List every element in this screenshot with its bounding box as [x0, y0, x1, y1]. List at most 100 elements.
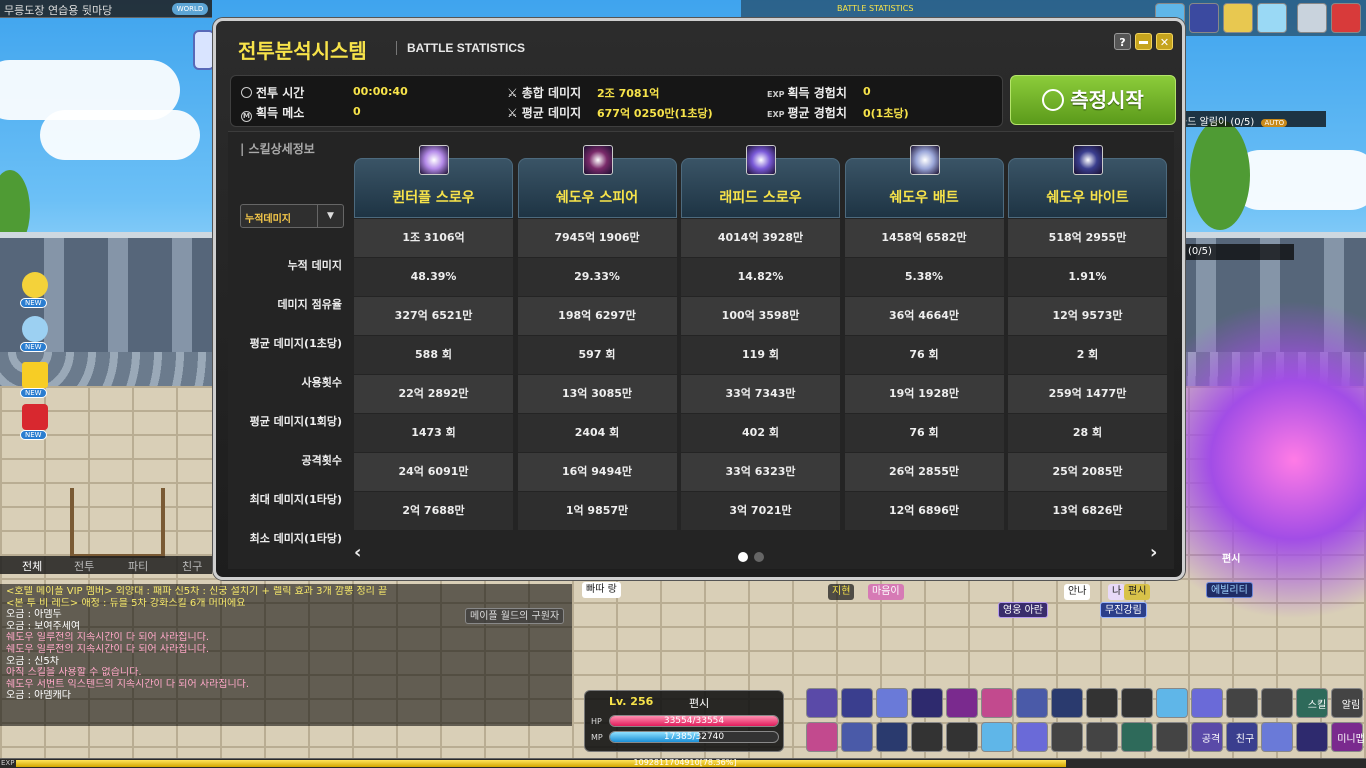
top-bar-label: BATTLE STATISTICS	[837, 4, 914, 13]
chat-tab-party[interactable]: 파티	[128, 558, 148, 574]
quickslot[interactable]	[841, 688, 873, 718]
page-dot[interactable]	[738, 552, 748, 562]
hotkey-label[interactable]: 친구	[1230, 730, 1260, 745]
character-icon[interactable]	[1297, 3, 1327, 33]
hotkey-label[interactable]: 미니맵	[1336, 730, 1366, 745]
battle-statistics-window: 전투분석시스템 BATTLE STATISTICS ? ✕ 전투 시간 00:0…	[213, 18, 1185, 580]
prev-page-button[interactable]: ‹	[354, 544, 368, 562]
dialog-title: 전투분석시스템	[238, 39, 367, 63]
quickslot[interactable]	[1261, 722, 1293, 752]
stat-cell: 7945억 1906만	[517, 219, 677, 257]
quickslot[interactable]	[806, 688, 838, 718]
meso-label: M 획득 메소	[241, 104, 304, 122]
auto-badge[interactable]: AUTO	[1261, 119, 1288, 127]
avg-damage-label: ⚔ 평균 데미지	[507, 106, 582, 120]
quickslot[interactable]	[946, 688, 978, 718]
quickslot[interactable]	[876, 688, 908, 718]
mp-label: MP	[591, 733, 603, 742]
quickslot[interactable]	[946, 722, 978, 752]
character-name-label: 편시	[689, 697, 710, 710]
new-badge: NEW	[20, 342, 47, 352]
stat-cell: 2 회	[1008, 336, 1167, 374]
name-tag: 마음이	[868, 584, 904, 600]
quickslot[interactable]	[876, 722, 908, 752]
quest-notifier[interactable]: ㅡ드 알림이 (0/5) AUTO	[1174, 111, 1326, 128]
hotkey-label[interactable]: 알림	[1336, 696, 1366, 711]
clock-icon	[241, 87, 252, 98]
stat-cell: 3억 7021만	[681, 492, 840, 530]
chat-tab-friend[interactable]: 친구	[182, 558, 202, 574]
quickslot[interactable]	[911, 688, 943, 718]
minimap-edge[interactable]	[193, 30, 215, 70]
sort-dropdown-value: 누적데미지	[245, 214, 291, 225]
event-icon[interactable]	[1331, 3, 1361, 33]
skill-header: 쉐도우 스피어	[517, 145, 677, 218]
chat-tab-battle[interactable]: 전투	[74, 558, 94, 574]
map-name-bar: 무릉도장 연습용 뒷마당 WORLD	[0, 0, 212, 18]
meso-icon: M	[241, 111, 252, 122]
quickslot[interactable]	[1156, 688, 1188, 718]
help-button[interactable]: ?	[1114, 33, 1131, 50]
world-button[interactable]: WORLD	[172, 3, 208, 15]
lightbulb-icon[interactable]	[22, 272, 48, 298]
quickslot[interactable]	[1121, 688, 1153, 718]
power-icon	[1042, 89, 1065, 111]
quest-notifier-2[interactable]: (0/5)	[1184, 244, 1294, 260]
chat-line: 오금 : 아뎀캐다	[6, 690, 71, 702]
chat-tab-all[interactable]: 전체	[22, 558, 42, 574]
quickslot[interactable]	[806, 722, 838, 752]
quickslot[interactable]	[1296, 722, 1328, 752]
stat-cell: 1.91%	[1008, 258, 1167, 296]
quickslot[interactable]	[1156, 722, 1188, 752]
chat-tabs: 전체 전투 파티 친구	[0, 556, 212, 574]
hotkey-label[interactable]: 공격	[1196, 730, 1226, 745]
stat-cell: 24억 6091만	[354, 453, 513, 491]
quickslot[interactable]	[1051, 688, 1083, 718]
quickslot[interactable]	[1261, 688, 1293, 718]
lightbulb-icon[interactable]	[22, 316, 48, 342]
title-tag: 무진강림	[1100, 602, 1147, 618]
quickslot[interactable]	[841, 722, 873, 752]
quest-notifier-text: ㅡ드 알림이 (0/5)	[1178, 117, 1255, 128]
stat-cell: 28 회	[1008, 414, 1167, 452]
stat-cell: 2404 회	[517, 414, 677, 452]
quickslot[interactable]	[1016, 722, 1048, 752]
skill-column: 쉐도우 배트 1458억 6582만 5.38% 36억 4664만 76 회 19억 1…	[844, 145, 1004, 534]
quickslot[interactable]	[911, 722, 943, 752]
start-measurement-button[interactable]: 측정시작	[1010, 75, 1176, 125]
gift-box-icon[interactable]	[22, 404, 48, 430]
quest-notifier-text: (0/5)	[1188, 246, 1212, 257]
quickslot[interactable]	[1191, 688, 1223, 718]
row-label: 사용횟수	[301, 376, 342, 389]
stat-cell: 76 회	[844, 336, 1004, 374]
stat-cell: 13억 6826만	[1008, 492, 1167, 530]
quickslot[interactable]	[1086, 722, 1118, 752]
quickslot[interactable]	[1051, 722, 1083, 752]
next-page-button[interactable]: ›	[1150, 544, 1164, 562]
skill-header: 쉐도우 바이트	[1008, 145, 1167, 218]
title-tag: 에빌리티	[1206, 582, 1253, 598]
hotkey-label[interactable]: 스킬	[1302, 696, 1332, 711]
close-button[interactable]: ✕	[1156, 33, 1173, 50]
total-damage-value: 2조 7081억	[597, 87, 660, 100]
buff-icon	[1189, 3, 1219, 33]
star-icon[interactable]	[22, 362, 48, 388]
quickslot[interactable]	[1226, 688, 1258, 718]
quickslot[interactable]	[1086, 688, 1118, 718]
hp-label: HP	[591, 717, 602, 726]
stat-cell: 14.82%	[681, 258, 840, 296]
skill-name: 쉐도우 배트	[889, 190, 959, 206]
chevron-down-icon[interactable]: ▼	[317, 205, 343, 227]
quickslot[interactable]	[981, 722, 1013, 752]
sort-dropdown[interactable]: 누적데미지 ▼	[240, 204, 344, 228]
chat-log[interactable]: <호텔 메이플 VIP 멤버> 외양대 : 패파 신5차 : 신궁 설치기 + …	[0, 584, 572, 726]
quickslot[interactable]	[1016, 688, 1048, 718]
name-tag: 빠따 랑	[582, 582, 621, 598]
exp-label: EXP 획득 경험치	[767, 86, 847, 100]
quickslot[interactable]	[1121, 722, 1153, 752]
quickslot[interactable]	[981, 688, 1013, 718]
skill-header: 퀸터플 스로우	[354, 145, 513, 218]
minimize-button[interactable]	[1135, 33, 1152, 50]
page-dot[interactable]	[754, 552, 764, 562]
weapon-rack	[70, 488, 165, 558]
